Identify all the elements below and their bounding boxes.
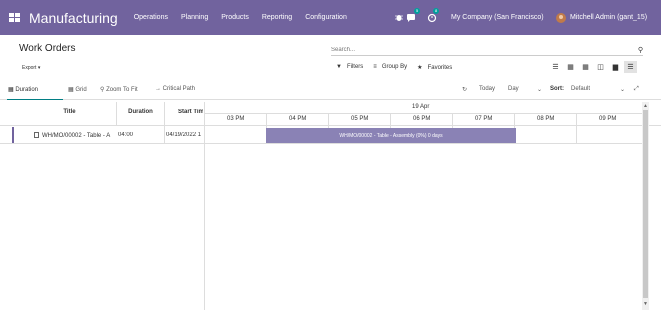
app-brand[interactable]: Manufacturing [29,10,118,26]
group-by-button[interactable]: ≡ Group By [373,64,412,71]
date-label: 19 Apr [412,104,430,110]
sort-select[interactable]: Default [571,86,590,92]
chat-icon[interactable]: 5 [406,0,421,35]
favorites-button[interactable]: ★ Favorites [417,64,457,71]
column-title[interactable]: Title [22,109,117,115]
column-duration[interactable]: Duration [117,109,164,115]
filters-button[interactable]: ▼ Filters [336,64,368,71]
page-title: Work Orders [19,43,76,54]
group-by-label: Group By [381,64,408,70]
hour-label: 03 PM [227,116,245,122]
scrollbar-thumb[interactable] [643,110,648,298]
search-bar: ⚲ [331,44,643,56]
sort-chevron-icon[interactable]: ⌄ [620,86,625,93]
bug-icon[interactable] [395,0,403,35]
star-icon: ★ [417,65,423,71]
duration-tab[interactable]: ▦ Duration [8,86,38,93]
sort-label: Sort: [550,86,564,92]
menu-reporting[interactable]: Reporting [262,14,292,21]
group-by-icon: ≡ [373,64,377,70]
column-start-time[interactable]: Start Tim [165,109,203,115]
user-name: Mitchell Admin (gant_15) [570,14,648,21]
hour-label: 09 PM [599,116,617,122]
pivot-icon[interactable]: ◫ [594,61,607,73]
avatar [556,12,566,23]
zoom-to-fit-button[interactable]: ⚲ Zoom To Fit [100,86,138,93]
calendar-icon[interactable]: ▦ [579,61,592,73]
critical-path-button[interactable]: → Critical Path [155,86,195,92]
hour-label: 06 PM [413,116,431,122]
row-start-time: 04/19/2022 1 [166,132,202,138]
grid-toggle[interactable]: ▦ Grid [68,86,87,93]
export-label: Export [22,65,37,71]
hour-label: 05 PM [351,116,369,122]
gantt-icon[interactable]: ☰ [624,61,637,73]
active-tab-underline [7,99,63,100]
menu-planning[interactable]: Planning [181,14,208,21]
toolbar-divider [0,99,661,100]
critical-path-label: Critical Path [162,86,196,92]
company-switcher[interactable]: My Company (San Francisco) [451,0,544,35]
gantt-bar-label: WH/MO/00002 - Table - Assembly (0%) 0 da… [339,132,443,139]
menu-products[interactable]: Products [221,14,249,21]
row-duration: 04:00 [118,132,134,138]
hour-label: 08 PM [537,116,555,122]
hour-label: 04 PM [289,116,307,122]
company-name: My Company (San Francisco) [451,14,544,21]
document-icon [34,132,39,138]
kanban-icon[interactable]: ▦ [564,61,577,73]
export-button[interactable]: Export ▾ [22,65,40,71]
scale-select[interactable]: Day [508,86,519,92]
favorites-label: Favorites [427,65,453,71]
menu-operations[interactable]: Operations [134,14,168,21]
user-menu[interactable]: Mitchell Admin (gant_15) [556,0,647,35]
apps-menu-icon[interactable] [9,13,20,22]
search-input[interactable] [331,46,621,53]
list-icon[interactable]: ☰ [549,61,562,73]
scroll-up-icon[interactable]: ▲ [643,103,648,109]
scroll-down-icon[interactable]: ▼ [643,301,648,307]
search-panel-toggles: ▼ Filters ≡ Group By ★ Favorites [336,64,462,71]
row-selection-marker [12,127,14,143]
refresh-icon[interactable]: ↻ [462,86,467,93]
graph-icon[interactable]: ▆ [609,61,622,73]
menu-configuration[interactable]: Configuration [305,14,347,21]
gantt-header: Title Duration Start Tim 19 Apr 03 PM 04… [0,102,661,126]
column-divider [116,102,117,126]
scale-chevron-icon[interactable]: ⌄ [537,86,542,93]
row-title: WH/MO/00002 - Table - A [34,132,116,139]
zoom-label: Zoom To Fit [106,87,138,93]
activity-icon[interactable]: 8 [427,0,440,35]
hour-label: 07 PM [475,116,493,122]
duration-label: Duration [15,87,39,93]
today-button[interactable]: Today [479,86,495,92]
filters-label: Filters [346,64,364,70]
filter-icon: ▼ [336,64,342,70]
expand-icon[interactable]: ⤢ [634,86,639,93]
grid-label: Grid [75,87,87,93]
gantt-toolbar: ▦ Duration ▦ Grid ⚲ Zoom To Fit → Critic… [0,84,661,98]
search-icon[interactable]: ⚲ [638,46,643,54]
path-icon: → [155,86,163,92]
caret-down-icon: ▾ [37,65,41,71]
view-switcher: ☰ ▦ ▦ ◫ ▆ ☰ [547,61,637,73]
row-title-text: WH/MO/00002 - Table - A [42,133,111,139]
gantt-bar[interactable]: WH/MO/00002 - Table - Assembly (0%) 0 da… [266,128,516,143]
